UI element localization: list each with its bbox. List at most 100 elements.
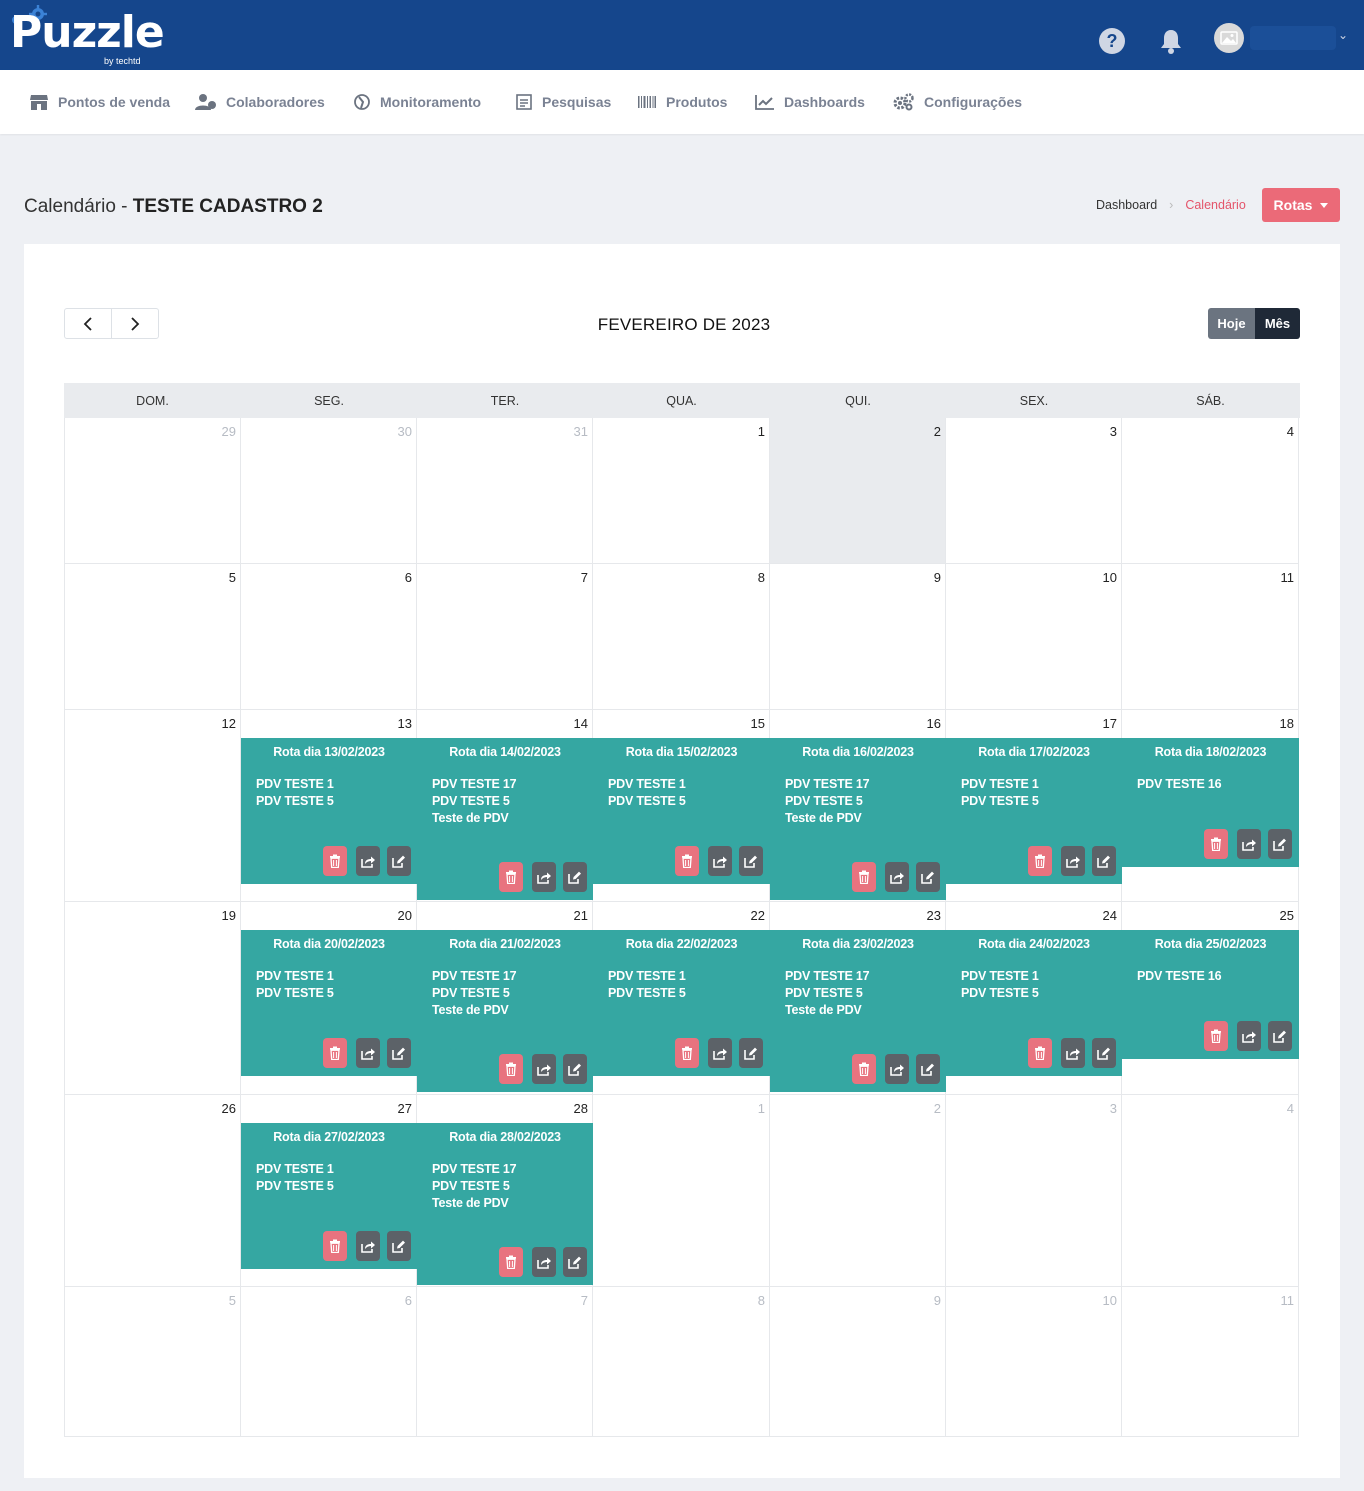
help-icon[interactable]: ? — [1099, 28, 1125, 54]
rotas-dropdown-button[interactable]: Rotas — [1262, 188, 1340, 222]
share-button[interactable] — [532, 1247, 556, 1277]
delete-button[interactable] — [499, 862, 523, 892]
day-cell[interactable]: 19 — [64, 902, 241, 1095]
day-cell[interactable]: 9 — [770, 1287, 946, 1437]
day-number[interactable]: 10 — [1103, 570, 1117, 585]
day-cell[interactable]: 26 — [64, 1095, 241, 1287]
day-cell[interactable]: 6 — [241, 1287, 417, 1437]
day-cell[interactable]: 8 — [593, 1287, 770, 1437]
day-number[interactable]: 4 — [1287, 424, 1294, 439]
day-number[interactable]: 15 — [751, 716, 765, 731]
delete-button[interactable] — [852, 862, 876, 892]
delete-button[interactable] — [323, 1038, 347, 1068]
edit-button[interactable] — [563, 1054, 587, 1084]
breadcrumb-calendario[interactable]: Calendário — [1185, 198, 1245, 212]
day-cell[interactable]: 11 — [1122, 1287, 1299, 1437]
day-number[interactable]: 4 — [1287, 1101, 1294, 1116]
edit-button[interactable] — [1092, 846, 1116, 876]
edit-button[interactable] — [916, 1054, 940, 1084]
day-cell[interactable]: 10 — [946, 564, 1122, 710]
delete-button[interactable] — [1204, 1021, 1228, 1051]
day-cell[interactable]: 11 — [1122, 564, 1299, 710]
user-name-redacted[interactable] — [1250, 26, 1336, 50]
share-button[interactable] — [1061, 1038, 1085, 1068]
edit-button[interactable] — [387, 846, 411, 876]
edit-button[interactable] — [387, 1231, 411, 1261]
day-number[interactable]: 7 — [581, 1293, 588, 1308]
day-number[interactable]: 16 — [927, 716, 941, 731]
day-cell[interactable]: 4 — [1122, 418, 1299, 564]
day-number[interactable]: 10 — [1103, 1293, 1117, 1308]
day-number[interactable]: 5 — [229, 1293, 236, 1308]
nav-pontos-de-venda[interactable]: Pontos de venda — [29, 70, 170, 134]
day-number[interactable]: 5 — [229, 570, 236, 585]
day-number[interactable]: 14 — [574, 716, 588, 731]
share-button[interactable] — [708, 846, 732, 876]
day-cell[interactable]: 1 — [593, 1095, 770, 1287]
day-number[interactable]: 2 — [934, 1101, 941, 1116]
route-event[interactable]: Rota dia 16/02/2023 PDV TESTE 17 PDV TESTE… — [770, 738, 946, 900]
nav-configuracoes[interactable]: Configurações — [893, 70, 1022, 134]
share-button[interactable] — [708, 1038, 732, 1068]
edit-button[interactable] — [739, 846, 763, 876]
nav-pesquisas[interactable]: Pesquisas — [515, 70, 611, 134]
day-number[interactable]: 23 — [927, 908, 941, 923]
day-number[interactable]: 6 — [405, 570, 412, 585]
day-number[interactable]: 6 — [405, 1293, 412, 1308]
day-number[interactable]: 28 — [574, 1101, 588, 1116]
breadcrumb-dashboard[interactable]: Dashboard — [1096, 198, 1157, 212]
day-number[interactable]: 1 — [758, 1101, 765, 1116]
day-number[interactable]: 22 — [751, 908, 765, 923]
day-cell[interactable]: 29 — [64, 418, 241, 564]
day-number[interactable]: 1 — [758, 424, 765, 439]
share-button[interactable] — [532, 862, 556, 892]
route-event[interactable]: Rota dia 21/02/2023 PDV TESTE 17 PDV TESTE… — [417, 930, 593, 1092]
share-button[interactable] — [1237, 1021, 1261, 1051]
route-event[interactable]: Rota dia 23/02/2023 PDV TESTE 17 PDV TESTE… — [770, 930, 946, 1092]
next-month-button[interactable] — [111, 309, 158, 338]
day-number[interactable]: 8 — [758, 1293, 765, 1308]
day-number[interactable]: 31 — [574, 424, 588, 439]
day-number[interactable]: 19 — [222, 908, 236, 923]
day-number[interactable]: 17 — [1103, 716, 1117, 731]
route-event[interactable]: Rota dia 20/02/2023 PDV TESTE 1 PDV TESTE … — [241, 930, 417, 1076]
share-button[interactable] — [532, 1054, 556, 1084]
month-view-button[interactable]: Mês — [1255, 308, 1300, 339]
day-cell[interactable]: 31 — [417, 418, 593, 564]
day-cell[interactable]: 10 — [946, 1287, 1122, 1437]
day-number[interactable]: 27 — [398, 1101, 412, 1116]
day-cell[interactable]: 3 — [946, 1095, 1122, 1287]
day-number[interactable]: 2 — [934, 424, 941, 439]
day-number[interactable]: 25 — [1280, 908, 1294, 923]
edit-button[interactable] — [387, 1038, 411, 1068]
day-cell[interactable]: 5 — [64, 564, 241, 710]
day-number[interactable]: 11 — [1281, 570, 1295, 585]
edit-button[interactable] — [1092, 1038, 1116, 1068]
bell-icon[interactable] — [1158, 27, 1184, 55]
share-button[interactable] — [1237, 829, 1261, 859]
route-event[interactable]: Rota dia 28/02/2023 PDV TESTE 17 PDV TESTE… — [417, 1123, 593, 1285]
day-number[interactable]: 20 — [398, 908, 412, 923]
route-event[interactable]: Rota dia 14/02/2023 PDV TESTE 17 PDV TESTE… — [417, 738, 593, 900]
share-button[interactable] — [1061, 846, 1085, 876]
day-cell[interactable]: 2 — [770, 418, 946, 564]
day-number[interactable]: 9 — [934, 570, 941, 585]
today-button[interactable]: Hoje — [1208, 308, 1255, 339]
day-number[interactable]: 26 — [222, 1101, 236, 1116]
day-number[interactable]: 7 — [581, 570, 588, 585]
delete-button[interactable] — [1028, 1038, 1052, 1068]
delete-button[interactable] — [675, 846, 699, 876]
nav-colaboradores[interactable]: Colaboradores — [195, 70, 325, 134]
day-number[interactable]: 13 — [398, 716, 412, 731]
delete-button[interactable] — [852, 1054, 876, 1084]
day-number[interactable]: 3 — [1110, 424, 1117, 439]
edit-button[interactable] — [563, 1247, 587, 1277]
day-number[interactable]: 11 — [1281, 1293, 1295, 1308]
nav-dashboards[interactable]: Dashboards — [755, 70, 865, 134]
delete-button[interactable] — [1204, 829, 1228, 859]
day-cell[interactable]: 5 — [64, 1287, 241, 1437]
day-number[interactable]: 18 — [1280, 716, 1294, 731]
route-event[interactable]: Rota dia 13/02/2023 PDV TESTE 1 PDV TESTE … — [241, 738, 417, 884]
day-cell[interactable]: 1 — [593, 418, 770, 564]
edit-button[interactable] — [1268, 1021, 1292, 1051]
